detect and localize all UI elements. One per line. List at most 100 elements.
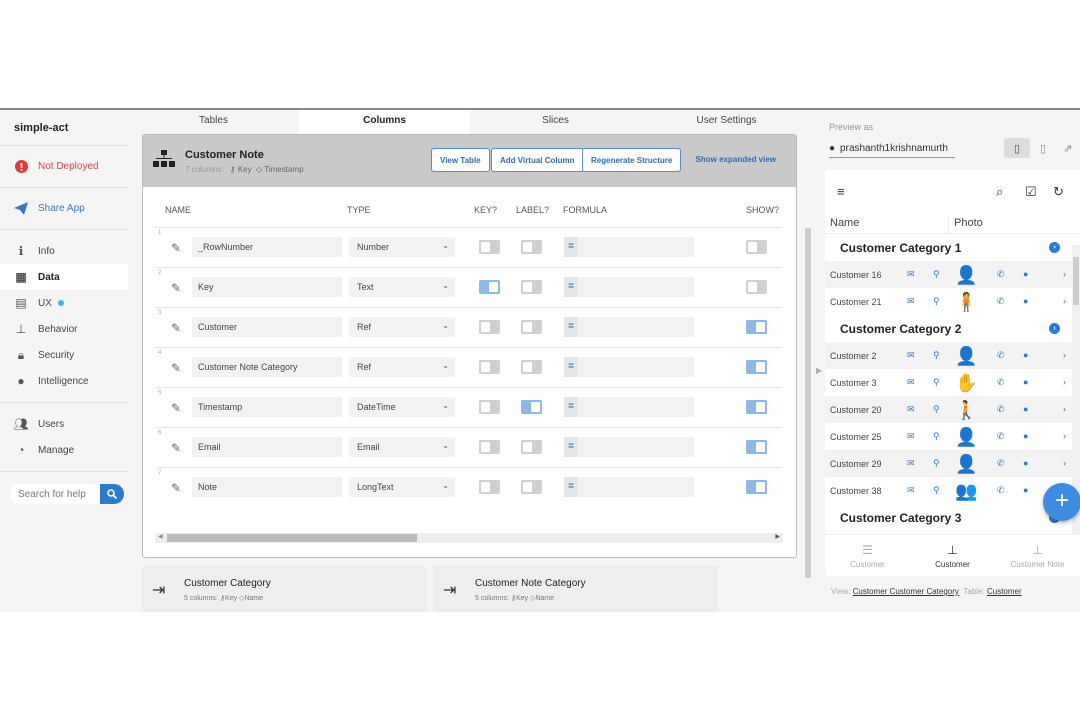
formula-field[interactable]: = [564,477,694,497]
email-icon[interactable]: ✉ [907,377,915,388]
sidebar-item-info[interactable]: ℹ Info [0,238,128,264]
column-type-select[interactable]: Number ⌄ [349,237,455,257]
show-toggle[interactable] [746,360,767,374]
regenerate-structure-button[interactable]: Regenerate Structure [582,148,682,172]
group-header[interactable]: Customer Category 3› [825,504,1080,531]
add-virtual-column-button[interactable]: Add Virtual Column [491,148,584,172]
phone-icon[interactable]: ✆ [997,296,1005,307]
formula-field[interactable]: = [564,437,694,457]
group-header[interactable]: Customer Category 1 › [825,234,1080,261]
chevron-right-icon[interactable]: › [1063,377,1066,387]
edit-icon[interactable]: ✎ [171,441,181,455]
help-search-input[interactable] [10,484,100,504]
nav-customer-note[interactable]: ⊥ Customer Note [995,535,1080,576]
map-pin-icon[interactable]: ⚲ [933,485,940,496]
key-toggle[interactable] [479,480,500,494]
sidebar-item-behavior[interactable]: ⊥ Behavior [0,316,128,342]
list-item[interactable]: Customer 3 ✉ ⚲ ✋ ✆ ● › [825,369,1080,396]
formula-field[interactable]: = [564,397,694,417]
scroll-left-arrow[interactable]: ◀ [158,533,163,540]
edit-icon[interactable]: ✎ [171,241,181,255]
refresh-icon[interactable]: ↻ [1053,184,1064,200]
map-pin-icon[interactable]: ⚲ [933,350,940,361]
column-header-photo[interactable]: Photo [949,214,983,233]
nav-customer-list[interactable]: ☰ Customer [825,535,910,576]
scroll-right-arrow[interactable]: ▶ [775,533,780,540]
map-pin-icon[interactable]: ⚲ [933,296,940,307]
phone-icon[interactable]: ✆ [997,350,1005,361]
column-name-field[interactable]: Key [192,277,342,297]
sidebar-item-users[interactable]: 👥︎ Users [0,411,128,437]
chat-icon[interactable]: ● [1023,431,1028,441]
email-icon[interactable]: ✉ [907,404,915,415]
column-type-select[interactable]: Ref ⌄ [349,357,455,377]
list-item[interactable]: Customer 21 ✉ ⚲ 🧍 ✆ ● › [825,288,1080,315]
label-toggle[interactable] [521,280,542,294]
map-pin-icon[interactable]: ⚲ [933,431,940,442]
tab-slices[interactable]: Slices [470,110,641,134]
formula-field[interactable]: = [564,317,694,337]
edit-icon[interactable]: ✎ [171,281,181,295]
checkbox-icon[interactable]: ☑ [1025,184,1037,200]
email-icon[interactable]: ✉ [907,269,915,280]
phone-icon[interactable]: ✆ [997,431,1005,442]
share-app-button[interactable]: Share App [0,188,128,230]
phone-icon[interactable]: ✆ [997,404,1005,415]
chevron-right-icon[interactable]: › [1063,431,1066,441]
phone-icon[interactable]: ✆ [997,377,1005,388]
table-link[interactable]: Customer [987,587,1022,596]
list-item[interactable]: Customer 20 ✉ ⚲ 🚶 ✆ ● › [825,396,1080,423]
horizontal-scrollbar[interactable]: ◀ ▶ [155,533,783,543]
chat-icon[interactable]: ● [1023,377,1028,387]
map-pin-icon[interactable]: ⚲ [933,377,940,388]
view-link[interactable]: Customer Customer Category [853,587,959,596]
show-toggle[interactable] [746,240,767,254]
mobile-device-button[interactable]: ▯ [1004,138,1030,158]
nav-customer-grouped[interactable]: ⊥ Customer [910,535,995,576]
show-toggle[interactable] [746,400,767,414]
table-card-customer-note-category[interactable]: ⇥ Customer Note Category 5 columns: ⚷Key… [433,566,718,612]
email-icon[interactable]: ✉ [907,296,915,307]
deploy-status[interactable]: Not Deployed [0,146,128,188]
chat-icon[interactable]: ● [1023,485,1028,495]
edit-icon[interactable]: ✎ [171,481,181,495]
label-toggle[interactable] [521,400,542,414]
show-toggle[interactable] [746,480,767,494]
chevron-right-circle-icon[interactable]: › [1049,242,1060,253]
edit-icon[interactable]: ✎ [171,321,181,335]
chevron-right-circle-icon[interactable]: › [1049,323,1060,334]
tab-columns[interactable]: Columns [299,110,470,134]
key-toggle[interactable] [479,320,500,334]
chevron-right-icon[interactable]: › [1063,458,1066,468]
sidebar-item-data[interactable]: ▦ Data [0,264,128,290]
column-name-field[interactable]: Customer Note Category [192,357,342,377]
main-vertical-scrollbar[interactable] [805,228,811,578]
label-toggle[interactable] [521,240,542,254]
preview-user-field[interactable]: ● prashanth1krishnamurth [829,140,955,158]
list-item[interactable]: Customer 25 ✉ ⚲ 👤 ✆ ● › [825,423,1080,450]
chevron-right-icon[interactable]: › [1063,350,1066,360]
edit-icon[interactable]: ✎ [171,401,181,415]
column-type-select[interactable]: LongText ⌄ [349,477,455,497]
column-type-select[interactable]: Email ⌄ [349,437,455,457]
chat-icon[interactable]: ● [1023,458,1028,468]
chat-icon[interactable]: ● [1023,404,1028,414]
tablet-device-button[interactable]: ▯ [1030,138,1056,158]
collapse-preview-arrow[interactable]: ▶ [816,366,822,375]
formula-field[interactable]: = [564,357,694,377]
help-search-button[interactable] [100,484,124,504]
sidebar-item-manage[interactable]: ◔ Manage [0,437,128,463]
show-toggle[interactable] [746,280,767,294]
column-name-field[interactable]: _RowNumber [192,237,342,257]
column-type-select[interactable]: Text ⌄ [349,277,455,297]
column-type-select[interactable]: Ref ⌄ [349,317,455,337]
edit-icon[interactable]: ✎ [171,361,181,375]
email-icon[interactable]: ✉ [907,431,915,442]
column-name-field[interactable]: Email [192,437,342,457]
add-fab-button[interactable]: + [1043,483,1080,521]
column-name-field[interactable]: Timestamp [192,397,342,417]
chat-icon[interactable]: ● [1023,269,1028,279]
open-external-button[interactable]: ⇗ [1055,138,1080,158]
list-item[interactable]: Customer 16 ✉ ⚲ 👤 ✆ ● › [825,261,1080,288]
sort-icon[interactable]: ≡ [837,184,845,199]
